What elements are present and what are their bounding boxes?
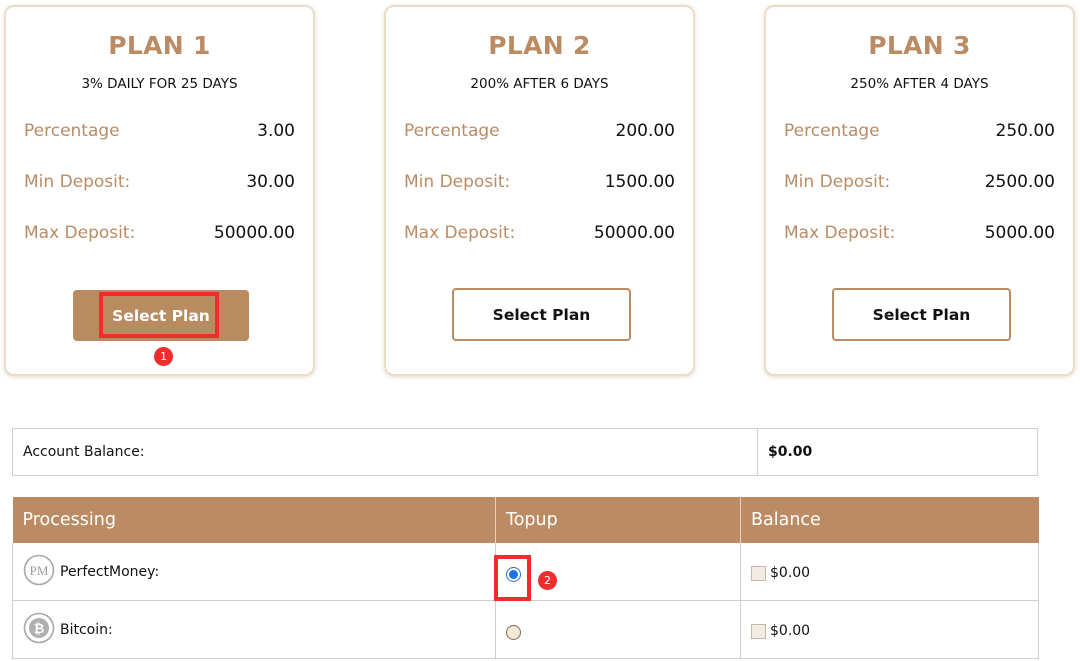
- account-balance-row: Account Balance: $0.00: [12, 428, 1038, 476]
- max-deposit-value: 50000.00: [213, 223, 295, 243]
- min-deposit-label: Min Deposit:: [24, 172, 131, 192]
- balance-icon: [751, 565, 766, 581]
- max-deposit-label: Max Deposit:: [784, 223, 896, 243]
- min-deposit-label: Min Deposit:: [404, 172, 511, 192]
- percentage-value: 250.00: [995, 121, 1055, 141]
- balance-icon: [751, 623, 766, 639]
- plan-title: PLAN 3: [868, 31, 971, 60]
- topup-radio-bitcoin[interactable]: [506, 625, 521, 640]
- max-deposit-value: 50000.00: [593, 223, 675, 243]
- plan-subtitle: 200% AFTER 6 DAYS: [470, 76, 609, 92]
- select-plan-1-button[interactable]: Select Plan: [73, 290, 249, 341]
- annotation-badge-2: 2: [538, 571, 557, 590]
- select-plan-2-button[interactable]: Select Plan: [452, 288, 631, 341]
- max-deposit-value: 5000.00: [984, 223, 1055, 243]
- plan-card-1: PLAN 1 3% DAILY FOR 25 DAYS Percentage 3…: [4, 5, 315, 376]
- processor-cell: PM PerfectMoney:: [12, 543, 496, 601]
- min-deposit-label: Min Deposit:: [784, 172, 891, 192]
- max-deposit-label: Max Deposit:: [404, 223, 516, 243]
- select-plan-3-button[interactable]: Select Plan: [832, 288, 1011, 341]
- processor-bitcoin: ₿ Bitcoin:: [13, 612, 495, 648]
- processor-name: Bitcoin:: [60, 621, 113, 638]
- header-topup: Topup: [495, 497, 741, 543]
- percentage-value: 3.00: [257, 121, 295, 141]
- bitcoin-logo-icon: ₿: [23, 612, 55, 648]
- header-processing: Processing: [12, 497, 496, 543]
- header-balance: Balance: [740, 497, 1039, 543]
- percentage-label: Percentage: [784, 121, 880, 141]
- balance-wrapper: $0.00: [741, 620, 1038, 639]
- balance-cell: $0.00: [740, 600, 1039, 659]
- processor-name: PerfectMoney:: [60, 563, 160, 580]
- balance-wrapper: $0.00: [741, 562, 1038, 581]
- plan-subtitle: 250% AFTER 4 DAYS: [850, 76, 989, 92]
- plan-subtitle: 3% DAILY FOR 25 DAYS: [81, 76, 238, 92]
- processor-perfectmoney: PM PerfectMoney:: [13, 554, 495, 590]
- plan-card-2: PLAN 2 200% AFTER 6 DAYS Percentage 200.…: [384, 5, 695, 376]
- table-header-row: Processing Topup Balance: [12, 497, 1039, 543]
- percentage-label: Percentage: [24, 121, 120, 141]
- account-balance-label: Account Balance:: [13, 429, 758, 475]
- processor-cell: ₿ Bitcoin:: [12, 600, 496, 659]
- plan-title: PLAN 2: [488, 31, 591, 60]
- annotation-badge-1: 1: [154, 347, 173, 366]
- plan-card-3: PLAN 3 250% AFTER 4 DAYS Percentage 250.…: [764, 5, 1075, 376]
- min-deposit-value: 1500.00: [604, 172, 675, 192]
- percentage-label: Percentage: [404, 121, 500, 141]
- processor-balance: $0.00: [770, 623, 811, 639]
- perfectmoney-logo-icon: PM: [23, 554, 55, 590]
- balance-cell: $0.00: [740, 543, 1039, 601]
- svg-text:₿: ₿: [34, 622, 45, 637]
- deposit-page: PLAN 1 3% DAILY FOR 25 DAYS Percentage 3…: [0, 0, 1080, 661]
- table-row: PM PerfectMoney: $0.00: [12, 543, 1039, 601]
- max-deposit-label: Max Deposit:: [24, 223, 136, 243]
- account-balance-value: $0.00: [768, 444, 813, 460]
- topup-cell: [495, 600, 741, 659]
- percentage-value: 200.00: [615, 121, 675, 141]
- plan-title: PLAN 1: [108, 31, 211, 60]
- svg-text:PM: PM: [30, 563, 49, 578]
- min-deposit-value: 30.00: [246, 172, 295, 192]
- min-deposit-value: 2500.00: [984, 172, 1055, 192]
- processor-balance: $0.00: [770, 565, 811, 581]
- processing-table: Processing Topup Balance PM PerfectMoney…: [12, 497, 1039, 659]
- topup-radio-perfectmoney[interactable]: [506, 567, 521, 582]
- topup-cell: [495, 543, 741, 601]
- table-row: ₿ Bitcoin: $0.00: [12, 600, 1039, 659]
